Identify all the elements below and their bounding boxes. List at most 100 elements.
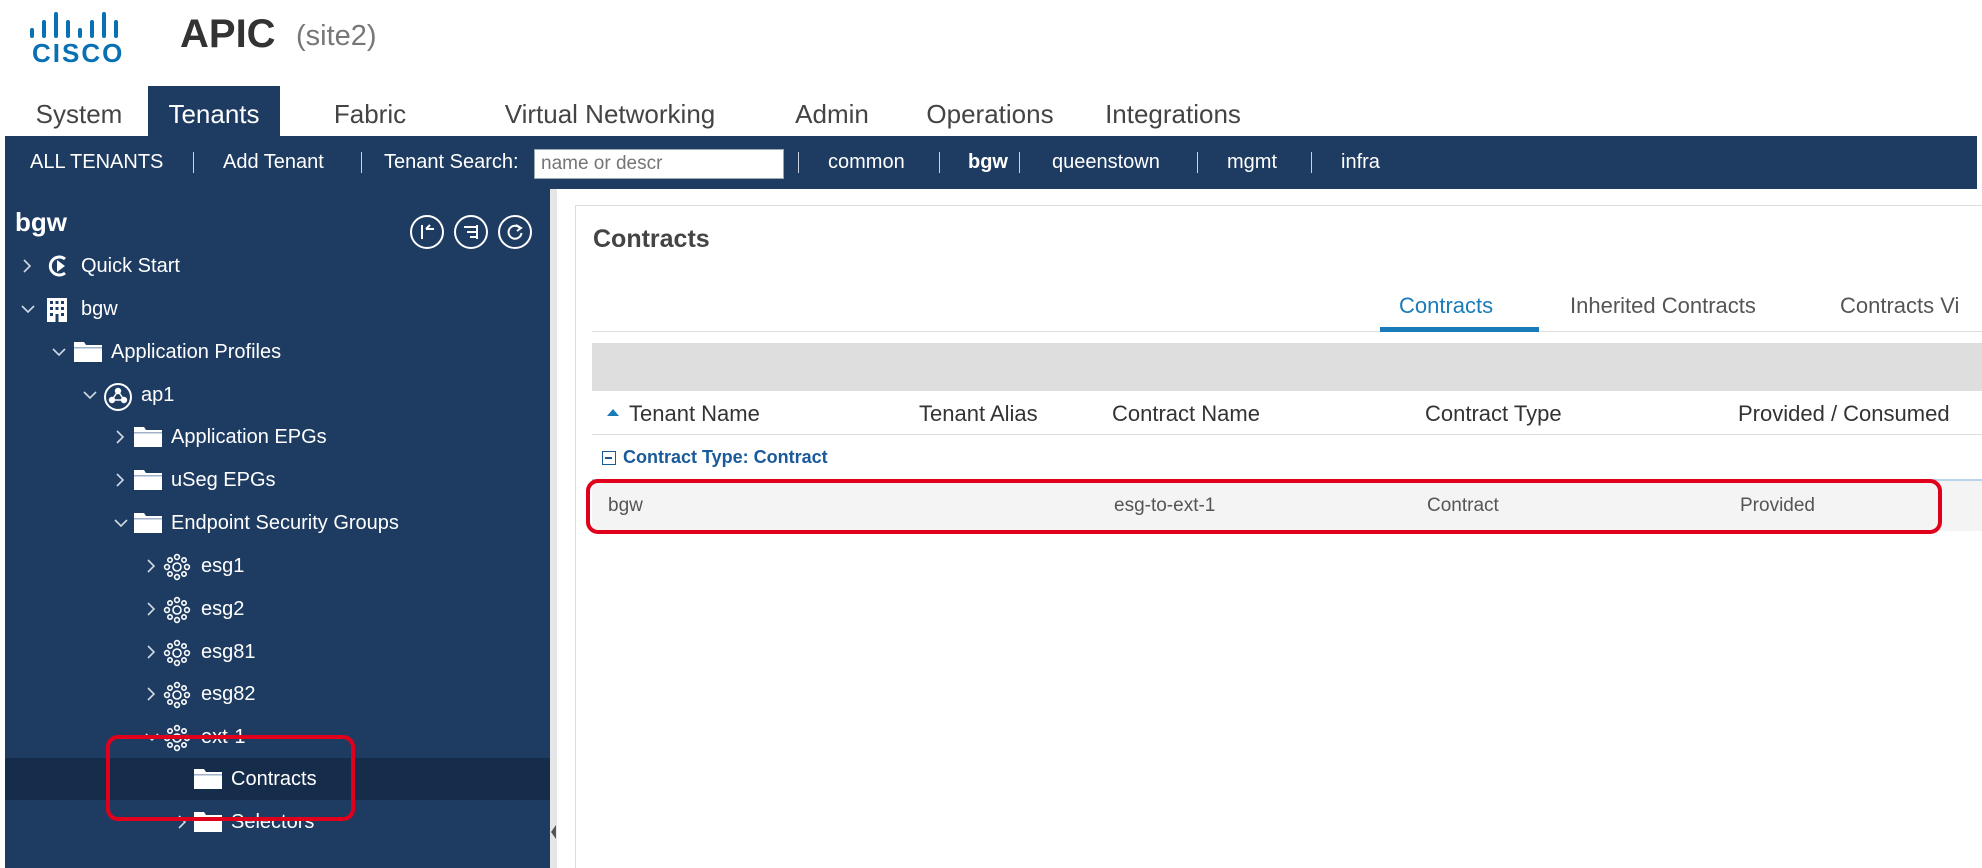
collapse-group-icon[interactable] (602, 451, 616, 465)
chevron-down-icon[interactable] (52, 345, 66, 357)
tree-item-label: uSeg EPGs (171, 469, 276, 491)
folder-icon (133, 510, 162, 536)
tree-item-ap1[interactable]: ap1 (5, 374, 550, 416)
cisco-logo: CISCO (28, 8, 122, 68)
separator (1197, 152, 1198, 173)
esg-icon (163, 553, 191, 581)
chevron-right-icon[interactable] (21, 259, 33, 273)
chevron-right-icon[interactable] (145, 559, 157, 573)
tree-item-label: Endpoint Security Groups (171, 512, 399, 534)
column-header-tenant-name[interactable]: Tenant Name (629, 401, 760, 427)
separator (1019, 152, 1020, 173)
main-tab-system[interactable]: System (5, 86, 153, 136)
tab-contracts[interactable]: Contracts (1399, 293, 1493, 319)
tree-item-application-profiles[interactable]: Application Profiles (5, 331, 550, 373)
refresh-icon[interactable] (498, 215, 532, 249)
main-tab-fabric[interactable]: Fabric (305, 86, 435, 136)
tree-item-label: Application EPGs (171, 426, 327, 448)
separator (798, 152, 799, 173)
tenant-link-mgmt[interactable]: mgmt (1227, 136, 1277, 189)
chevron-right-icon[interactable] (145, 645, 157, 659)
tab-divider (592, 331, 1982, 332)
folder-icon (133, 467, 162, 493)
tree-item-esg2[interactable]: esg2 (5, 588, 550, 630)
tree-item-label: bgw (81, 298, 118, 320)
table-group-row[interactable]: Contract Type: Contract (592, 445, 1982, 475)
tenant-bar: ALL TENANTS Add Tenant Tenant Search: co… (5, 136, 1977, 189)
tenant-link-common[interactable]: common (828, 136, 905, 189)
tree-item-bgw[interactable]: bgw (5, 288, 550, 330)
content-frame (575, 205, 1982, 868)
main-tab-admin[interactable]: Admin (782, 86, 882, 136)
main-tab-tenants[interactable]: Tenants (148, 86, 280, 136)
tree-item-label: Quick Start (81, 255, 180, 277)
column-header-tenant-alias[interactable]: Tenant Alias (919, 401, 1038, 427)
tree-item-label: esg82 (201, 683, 256, 705)
main-tab-operations[interactable]: Operations (915, 86, 1065, 136)
chevron-down-icon[interactable] (83, 388, 97, 400)
table-toolbar (592, 343, 1982, 391)
tree-item-esg81[interactable]: esg81 (5, 631, 550, 673)
chevron-down-icon[interactable] (21, 302, 35, 314)
folder-icon (133, 424, 162, 450)
esg-icon (163, 681, 191, 709)
nav-title: bgw (15, 207, 67, 237)
tree-item-label: esg81 (201, 641, 256, 663)
building-icon (43, 296, 71, 322)
separator (939, 152, 940, 173)
tree-item-label: esg1 (201, 555, 245, 577)
add-tenant-link[interactable]: Add Tenant (223, 136, 324, 189)
tree-item-endpoint-security-groups[interactable]: Endpoint Security Groups (5, 502, 550, 544)
tree-item-label: Application Profiles (111, 341, 282, 363)
quick-start-icon (43, 253, 71, 279)
cisco-logo-bars-icon (28, 8, 118, 38)
main-tabs: System Tenants Fabric Virtual Networking… (5, 86, 1977, 136)
main-tab-virtual-networking[interactable]: Virtual Networking (480, 86, 740, 136)
all-tenants-link[interactable]: ALL TENANTS (30, 136, 163, 189)
main-tab-integrations[interactable]: Integrations (1093, 86, 1253, 136)
chevron-right-icon[interactable] (145, 602, 157, 616)
tenant-link-queenstown[interactable]: queenstown (1052, 136, 1160, 189)
app-profile-icon (103, 382, 132, 411)
sort-ascending-icon[interactable] (607, 409, 619, 416)
active-tab-underline (1380, 327, 1539, 332)
filter-list-icon[interactable] (454, 215, 488, 249)
pane-splitter[interactable] (550, 189, 557, 868)
tree-item-label: esg2 (201, 598, 245, 620)
tree-item-esg82[interactable]: esg82 (5, 673, 550, 715)
tree-item-label: ap1 (141, 384, 175, 406)
tree-item-esg1[interactable]: esg1 (5, 545, 550, 587)
separator (361, 152, 362, 173)
tenant-search-input[interactable] (534, 149, 784, 179)
esg-icon (163, 596, 191, 624)
folder-icon (73, 339, 102, 365)
collapse-tree-icon[interactable] (410, 215, 444, 249)
tab-inherited-contracts[interactable]: Inherited Contracts (1570, 293, 1756, 319)
column-header-contract-name[interactable]: Contract Name (1112, 401, 1260, 427)
column-header-contract-type[interactable]: Contract Type (1425, 401, 1562, 427)
tenant-search-label: Tenant Search: (384, 151, 519, 173)
collapse-pane-arrow-icon[interactable] (551, 825, 556, 839)
chevron-right-icon[interactable] (114, 430, 126, 444)
group-label: Contract Type: Contract (623, 447, 828, 467)
cisco-logo-text: CISCO (32, 38, 125, 68)
page-title: Contracts (593, 225, 710, 253)
app-title: APIC (180, 12, 276, 56)
tenant-link-infra[interactable]: infra (1341, 136, 1380, 189)
tree-item-application-epgs[interactable]: Application EPGs (5, 416, 550, 458)
chevron-down-icon[interactable] (114, 516, 128, 528)
top-header: CISCO APIC (site2) (0, 0, 1982, 86)
separator (193, 152, 194, 173)
tree-item-quick-start[interactable]: Quick Start (5, 245, 550, 287)
column-header-provided-consumed[interactable]: Provided / Consumed (1738, 401, 1950, 427)
tenant-link-bgw[interactable]: bgw (968, 136, 1008, 189)
app-site-name: (site2) (296, 20, 377, 52)
chevron-right-icon[interactable] (145, 687, 157, 701)
highlight-contract-row (586, 479, 1942, 534)
chevron-right-icon[interactable] (114, 473, 126, 487)
tab-contracts-view[interactable]: Contracts Vi (1840, 293, 1959, 319)
highlight-ext-1-contracts (106, 735, 355, 821)
separator (1311, 152, 1312, 173)
esg-icon (163, 639, 191, 667)
tree-item-useg-epgs[interactable]: uSeg EPGs (5, 459, 550, 501)
